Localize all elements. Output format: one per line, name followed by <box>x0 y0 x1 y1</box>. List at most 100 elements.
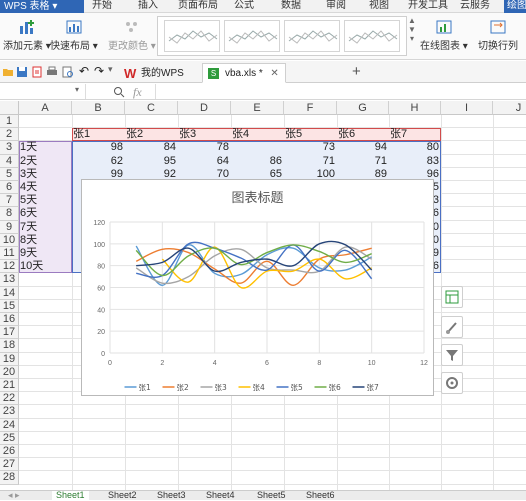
header-cell[interactable]: 张1 <box>72 128 125 141</box>
label-cell[interactable]: 6天 <box>19 207 72 220</box>
tab-vba-xls[interactable]: S vba.xls * ✕ <box>202 63 286 83</box>
print-preview-icon[interactable] <box>62 66 74 78</box>
fx-icon[interactable]: fx <box>133 85 142 100</box>
row-header-18[interactable]: 18 <box>0 339 19 353</box>
row-header-6[interactable]: 6 <box>0 181 19 195</box>
column-header-H[interactable]: H <box>389 101 441 115</box>
label-cell[interactable]: 9天 <box>19 247 72 260</box>
menu-developer[interactable]: 开发工具 <box>408 0 448 13</box>
select-all-corner[interactable] <box>0 101 19 115</box>
data-cell[interactable]: 73 <box>284 141 337 154</box>
data-cell[interactable]: 71 <box>284 155 337 168</box>
chart-elements-button[interactable] <box>441 286 463 308</box>
row-header-7[interactable]: 7 <box>0 194 19 208</box>
column-header-A[interactable]: A <box>19 101 72 115</box>
row-header-3[interactable]: 3 <box>0 141 19 155</box>
export-pdf-icon[interactable] <box>31 66 43 78</box>
data-cell[interactable]: 95 <box>125 155 178 168</box>
label-cell[interactable]: 5天 <box>19 194 72 207</box>
column-header-G[interactable]: G <box>337 101 389 115</box>
column-header-F[interactable]: F <box>284 101 337 115</box>
header-cell[interactable]: 张6 <box>337 128 389 141</box>
online-chart-button[interactable]: 在线图表 ▾ <box>420 19 468 52</box>
name-box-dropdown-icon[interactable]: ▾ <box>75 85 79 94</box>
save-icon[interactable] <box>16 66 28 78</box>
column-header-C[interactable]: C <box>125 101 178 115</box>
label-cell[interactable]: 3天 <box>19 168 72 181</box>
quick-layout-button[interactable]: 快速布局 ▾ <box>50 19 98 52</box>
chart-style-thumb-4[interactable] <box>344 20 400 52</box>
row-header-24[interactable]: 24 <box>0 418 19 432</box>
chart-style-thumb-3[interactable] <box>284 20 340 52</box>
header-cell[interactable]: 张4 <box>231 128 284 141</box>
row-header-19[interactable]: 19 <box>0 352 19 366</box>
print-icon[interactable] <box>46 66 58 78</box>
header-cell[interactable]: 张2 <box>125 128 178 141</box>
data-cell[interactable]: 80 <box>389 141 441 154</box>
menu-home[interactable]: 开始 <box>92 0 112 13</box>
chart-style-thumb-1[interactable] <box>164 20 220 52</box>
change-color-button[interactable]: 更改颜色 ▾ <box>108 19 156 52</box>
row-header-20[interactable]: 20 <box>0 365 19 379</box>
label-cell[interactable]: 2天 <box>19 155 72 168</box>
menu-insert[interactable]: 插入 <box>138 0 158 13</box>
row-header-28[interactable]: 28 <box>0 471 19 485</box>
header-cell[interactable]: 张7 <box>389 128 441 141</box>
app-menu-button[interactable]: WPS 表格 ▾ <box>0 0 84 13</box>
menu-review[interactable]: 审阅 <box>326 0 346 13</box>
label-cell[interactable]: 1天 <box>19 141 72 154</box>
row-header-25[interactable]: 25 <box>0 431 19 445</box>
new-tab-button[interactable]: + <box>352 63 361 80</box>
chart-settings-button[interactable] <box>441 372 463 394</box>
data-cell[interactable]: 94 <box>337 141 389 154</box>
row-header-14[interactable]: 14 <box>0 286 19 300</box>
row-header-13[interactable]: 13 <box>0 273 19 287</box>
row-header-8[interactable]: 8 <box>0 207 19 221</box>
chart-style-button[interactable] <box>441 316 463 338</box>
row-header-11[interactable]: 11 <box>0 247 19 261</box>
open-folder-icon[interactable] <box>2 66 14 78</box>
column-header-D[interactable]: D <box>178 101 231 115</box>
chart-style-thumb-2[interactable] <box>224 20 280 52</box>
data-cell[interactable]: 83 <box>389 155 441 168</box>
data-cell[interactable]: 62 <box>72 155 125 168</box>
close-tab-icon[interactable]: ✕ <box>270 64 278 83</box>
chart-filter-button[interactable] <box>441 344 463 366</box>
label-cell[interactable]: 4天 <box>19 181 72 194</box>
header-cell[interactable]: 张5 <box>284 128 337 141</box>
row-header-9[interactable]: 9 <box>0 220 19 234</box>
data-cell[interactable]: 84 <box>125 141 178 154</box>
data-cell[interactable]: 86 <box>231 155 284 168</box>
row-header-10[interactable]: 10 <box>0 233 19 247</box>
row-header-2[interactable]: 2 <box>0 128 19 142</box>
zoom-icon[interactable] <box>113 86 125 98</box>
row-header-17[interactable]: 17 <box>0 326 19 340</box>
gallery-scroll[interactable]: ▲ ▼ ▾ <box>408 16 416 43</box>
column-header-J[interactable]: J <box>493 101 526 115</box>
add-element-button[interactable]: 添加元素 ▾ <box>3 19 51 52</box>
column-header-I[interactable]: I <box>441 101 493 115</box>
undo-icon[interactable]: ↶ <box>79 64 91 78</box>
row-header-12[interactable]: 12 <box>0 260 19 274</box>
row-header-5[interactable]: 5 <box>0 167 19 181</box>
tab-my-wps[interactable]: W 我的WPS <box>118 63 191 83</box>
row-header-16[interactable]: 16 <box>0 313 19 327</box>
name-box[interactable] <box>0 84 86 99</box>
data-cell[interactable]: 78 <box>178 141 231 154</box>
row-header-21[interactable]: 21 <box>0 379 19 393</box>
row-header-4[interactable]: 4 <box>0 154 19 168</box>
row-header-22[interactable]: 22 <box>0 392 19 406</box>
menu-data[interactable]: 数据 <box>281 0 301 13</box>
row-header-26[interactable]: 26 <box>0 445 19 459</box>
data-cell[interactable]: 98 <box>72 141 125 154</box>
row-header-23[interactable]: 23 <box>0 405 19 419</box>
menu-page-layout[interactable]: 页面布局 <box>178 0 218 13</box>
data-cell[interactable]: 71 <box>337 155 389 168</box>
row-header-1[interactable]: 1 <box>0 115 19 129</box>
column-header-E[interactable]: E <box>231 101 284 115</box>
formula-input[interactable] <box>155 84 526 99</box>
label-cell[interactable]: 7天 <box>19 221 72 234</box>
menu-drawing[interactable]: 绘图 <box>504 0 526 13</box>
chart-object[interactable]: 图表标题 0 20 40 60 80 100 120 0 2 4 6 8 10 12 张1 张2 张3 张4 张5 张6… <box>81 179 434 396</box>
row-header-27[interactable]: 27 <box>0 458 19 472</box>
